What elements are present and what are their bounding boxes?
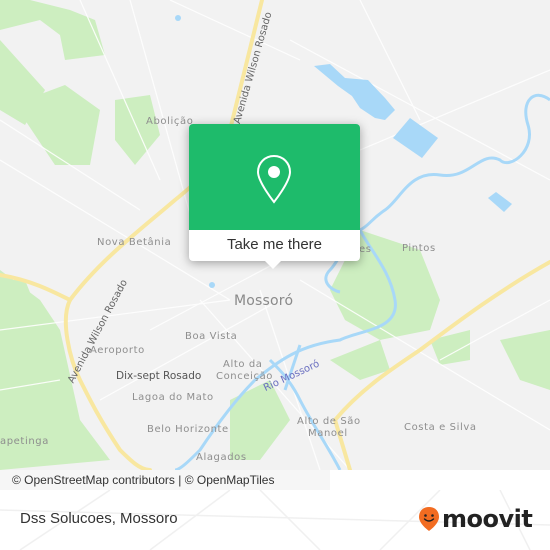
take-me-there-button[interactable]: Take me there: [189, 230, 360, 261]
neighborhood-label-alto-da-conceicao-line2: Conceição: [216, 371, 274, 382]
popup-pointer: [265, 261, 281, 269]
moovit-wordmark: moovit: [442, 505, 533, 533]
neighborhood-label-capetinga: apetinga: [0, 436, 49, 447]
location-popup: Take me there: [189, 124, 360, 269]
moovit-logo[interactable]: moovit: [418, 504, 533, 534]
neighborhood-label-boa-vista: Boa Vista: [185, 331, 238, 342]
poi-label-dix-sept-rosado: Dix-sept Rosado: [116, 370, 202, 382]
popup-header: [189, 124, 360, 230]
neighborhood-label-nova-betania: Nova Betânia: [97, 237, 172, 248]
place-name: Dss Solucoes, Mossoro: [20, 510, 178, 527]
neighborhood-label-belo-horizonte: Belo Horizonte: [147, 424, 229, 435]
moovit-smiley-pin-icon: [419, 507, 439, 531]
neighborhood-label-alto-de-sao-manoel-line2: Manoel: [308, 428, 348, 439]
neighborhood-label-alto-de-sao-manoel-line1: Alto de São: [297, 416, 361, 427]
neighborhood-label-abolicao: Abolição: [146, 116, 194, 127]
footer-bar: Dss Solucoes, Mossoro moovit: [0, 490, 550, 550]
city-label-mossoro: Mossoró: [234, 293, 294, 309]
location-pin-icon: [256, 154, 292, 204]
neighborhood-label-lagoa-do-mato: Lagoa do Mato: [132, 392, 214, 403]
neighborhood-label-partial: es: [359, 244, 372, 255]
neighborhood-label-pintos: Pintos: [402, 243, 436, 254]
neighborhood-label-costa-e-silva: Costa e Silva: [404, 422, 477, 433]
neighborhood-label-aeroporto: Aeroporto: [90, 345, 145, 356]
neighborhood-label-alagados: Alagados: [196, 452, 247, 463]
map-attribution[interactable]: © OpenStreetMap contributors | © OpenMap…: [0, 470, 330, 490]
neighborhood-label-alto-da-conceicao-line1: Alto da: [223, 359, 263, 370]
